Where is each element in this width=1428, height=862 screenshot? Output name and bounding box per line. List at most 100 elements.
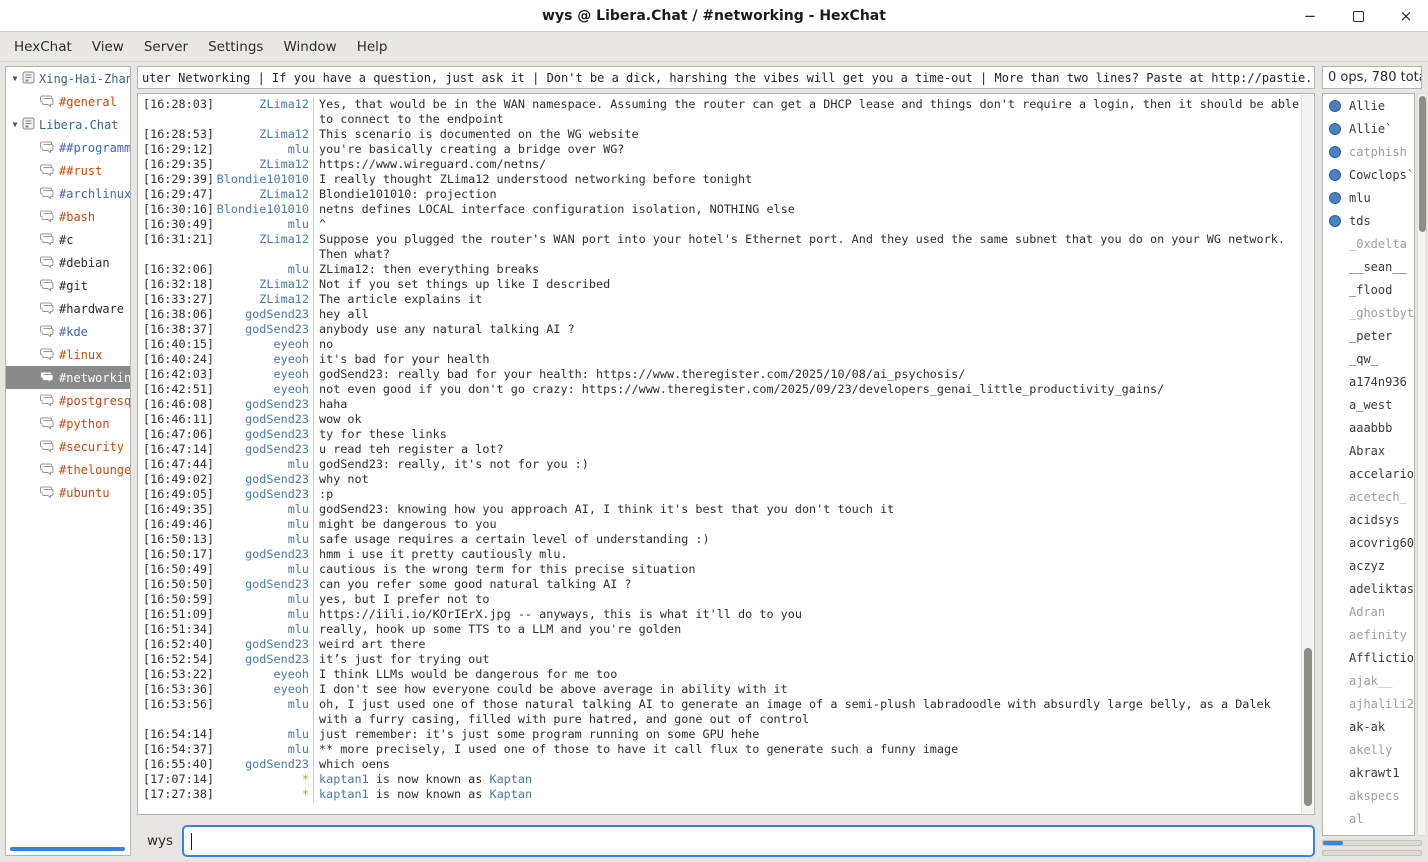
user-nick-label: adeliktas — [1349, 582, 1414, 596]
chat-message: [16:53:36]eyeohI don't see how everyone … — [138, 682, 1314, 697]
user-akspecs[interactable]: akspecs — [1323, 784, 1414, 807]
message-nick: mlu — [216, 697, 313, 712]
channel--git[interactable]: #git — [6, 274, 130, 297]
user-afflictio[interactable]: Afflictio — [1323, 646, 1414, 669]
message-nick: mlu — [216, 607, 313, 622]
user-acovrig60[interactable]: acovrig60 — [1323, 531, 1414, 554]
user-mlu[interactable]: mlu — [1323, 186, 1414, 209]
message-segment: can you refer some good natural talking … — [319, 577, 632, 591]
channel--programming[interactable]: ##programming — [6, 136, 130, 159]
chat-scrollbar[interactable] — [1301, 95, 1313, 813]
minimize-icon[interactable]: − — [1302, 8, 1318, 24]
menu-help[interactable]: Help — [347, 34, 398, 60]
message-nick: eyeoh — [216, 682, 313, 697]
user-adeliktas[interactable]: adeliktas — [1323, 577, 1414, 600]
user--qw-[interactable]: _qw_ — [1323, 347, 1414, 370]
user--flood[interactable]: _flood — [1323, 278, 1414, 301]
user-nick-label: a_west — [1349, 398, 1392, 412]
user-tds[interactable]: tds — [1323, 209, 1414, 232]
menu-view[interactable]: View — [82, 34, 134, 60]
user-nick-label: ajak__ — [1349, 674, 1392, 688]
message-segment: weird art there — [319, 637, 426, 651]
message-input-wrap[interactable] — [182, 825, 1315, 857]
server-libera-chat[interactable]: ▼Libera.Chat — [6, 113, 130, 136]
user-cowclops-[interactable]: Cowclops` — [1323, 163, 1414, 186]
tree-horizontal-scrollbar[interactable] — [10, 847, 125, 851]
channel--kde[interactable]: #kde — [6, 320, 130, 343]
message-timestamp: [16:46:11] — [138, 412, 216, 427]
maximize-icon[interactable] — [1350, 8, 1366, 24]
user-adran[interactable]: Adran — [1323, 600, 1414, 623]
message-input[interactable] — [192, 827, 1313, 855]
menu-settings[interactable]: Settings — [198, 34, 273, 60]
menu-hexchat[interactable]: HexChat — [4, 34, 82, 60]
channel--networking[interactable]: #networking — [6, 366, 130, 389]
menu-window[interactable]: Window — [273, 34, 346, 60]
user-akrawt1[interactable]: akrawt1 — [1323, 761, 1414, 784]
user-aefinity[interactable]: aefinity — [1323, 623, 1414, 646]
channel--security[interactable]: #security — [6, 435, 130, 458]
channel--general[interactable]: #general — [6, 90, 130, 113]
tree-item-label: #linux — [59, 348, 102, 362]
channel--archlinux[interactable]: #archlinux — [6, 182, 130, 205]
user-ak-ak[interactable]: ak-ak — [1323, 715, 1414, 738]
server-xing-hai-zhan[interactable]: ▼Xing-Hai-Zhan — [6, 67, 130, 90]
expander-icon[interactable]: ▼ — [8, 120, 22, 129]
message-timestamp: [16:42:51] — [138, 382, 216, 397]
user-catphish[interactable]: catphish — [1323, 140, 1414, 163]
user-allie-[interactable]: Allie` — [1323, 117, 1414, 140]
user-al[interactable]: al — [1323, 807, 1414, 830]
message-segment: ^ — [319, 217, 326, 231]
message-timestamp: [16:40:15] — [138, 337, 216, 352]
user-aczyz[interactable]: aczyz — [1323, 554, 1414, 577]
message-segment: oh, I just used one of those natural tal… — [319, 697, 1271, 726]
user-aaabbb[interactable]: aaabbb — [1323, 416, 1414, 439]
message-timestamp: [16:51:34] — [138, 622, 216, 637]
message-timestamp: [16:28:53] — [138, 127, 216, 142]
user-ajak-[interactable]: ajak__ — [1323, 669, 1414, 692]
user-ajhalili2[interactable]: ajhalili2 — [1323, 692, 1414, 715]
message-timestamp: [16:54:37] — [138, 742, 216, 757]
message-segment: it's bad for your health — [319, 352, 489, 366]
user-acetech-[interactable]: acetech_ — [1323, 485, 1414, 508]
chat-scrollbar-thumb[interactable] — [1304, 648, 1312, 806]
user-acidsys[interactable]: acidsys — [1323, 508, 1414, 531]
close-icon[interactable]: × — [1398, 8, 1414, 24]
userlist-scrollbar-thumb[interactable] — [1419, 96, 1426, 232]
channel--linux[interactable]: #linux — [6, 343, 130, 366]
menu-server[interactable]: Server — [134, 34, 198, 60]
channel--ubuntu[interactable]: #ubuntu — [6, 481, 130, 504]
user-abrax[interactable]: Abrax — [1323, 439, 1414, 462]
channel--python[interactable]: #python — [6, 412, 130, 435]
expander-icon[interactable]: ▼ — [8, 74, 22, 83]
user--ghostbyt[interactable]: _ghostbyt — [1323, 301, 1414, 324]
channel--hardware[interactable]: #hardware — [6, 297, 130, 320]
mentioned-nick: kaptan1 — [319, 772, 369, 786]
user--sean-[interactable]: __sean__ — [1323, 255, 1414, 278]
message-timestamp: [16:51:09] — [138, 607, 216, 622]
op-dot-icon — [1329, 192, 1341, 204]
user-a174n936[interactable]: a174n936 — [1323, 370, 1414, 393]
message-text: haha — [313, 397, 1314, 412]
window-title: wys @ Libera.Chat / #networking - HexCha… — [0, 8, 1428, 24]
channel--postgresql[interactable]: #postgresql — [6, 389, 130, 412]
topic-input[interactable] — [138, 68, 1314, 89]
user-a-west[interactable]: a_west — [1323, 393, 1414, 416]
user-akelly[interactable]: akelly — [1323, 738, 1414, 761]
message-segment: I really thought ZLima12 understood netw… — [319, 172, 752, 186]
user--peter[interactable]: _peter — [1323, 324, 1414, 347]
user-nick-label: acidsys — [1349, 513, 1400, 527]
channel--bash[interactable]: #bash — [6, 205, 130, 228]
message-timestamp: [16:40:24] — [138, 352, 216, 367]
channel--debian[interactable]: #debian — [6, 251, 130, 274]
chat-message: [16:28:03]ZLima12Yes, that would be in t… — [138, 97, 1314, 127]
user-accelario[interactable]: accelario — [1323, 462, 1414, 485]
user--0xdelta[interactable]: _0xdelta — [1323, 232, 1414, 255]
user-allie[interactable]: Allie — [1323, 94, 1414, 117]
channel-icon — [40, 278, 55, 294]
message-text: kaptan1 is now known as Kaptan — [313, 787, 1314, 802]
channel--thelounge[interactable]: #thelounge — [6, 458, 130, 481]
channel--c[interactable]: #c — [6, 228, 130, 251]
chat-message: [16:54:37]mlu** more precisely, I used o… — [138, 742, 1314, 757]
channel--rust[interactable]: ##rust — [6, 159, 130, 182]
